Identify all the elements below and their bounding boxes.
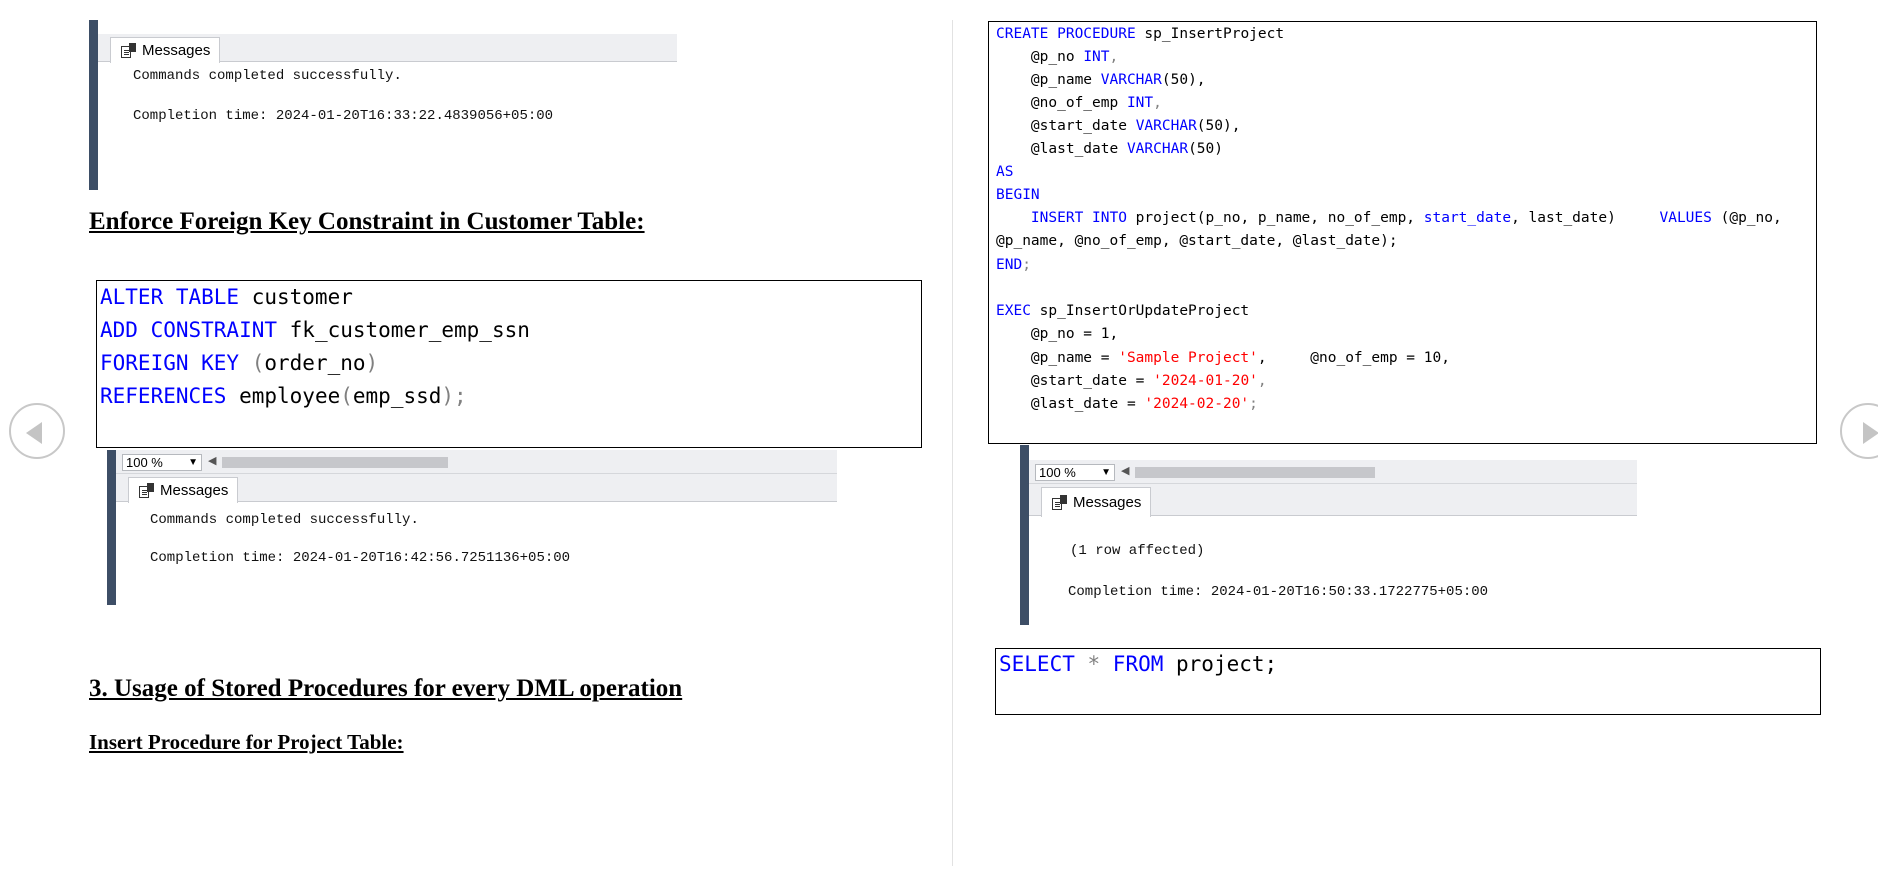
code-line: @start_date = '2024-01-20',	[996, 373, 1267, 389]
scroll-left-icon[interactable]: ◀	[1121, 464, 1129, 477]
code-line: ALTER TABLE customer	[100, 285, 353, 309]
messages-icon	[120, 42, 137, 59]
code-line: @last_date = '2024-02-20';	[996, 396, 1258, 412]
zoom-select[interactable]: 100 % ▼	[122, 454, 202, 471]
messages-tab[interactable]: Messages	[110, 37, 221, 63]
code-line: INSERT INTO project(p_no, p_name, no_of_…	[996, 210, 1782, 226]
code-line: @p_name = 'Sample Project', @no_of_emp =…	[996, 350, 1450, 366]
messages-icon	[138, 482, 155, 499]
results-tabbar: Messages	[98, 34, 677, 63]
code-line: CREATE PROCEDURE sp_InsertProject	[996, 26, 1285, 42]
previous-page-button[interactable]	[9, 403, 65, 459]
results-toolbar: 100 % ▼ ◀	[116, 450, 837, 474]
dropdown-arrow-icon: ▼	[188, 457, 198, 468]
code-line: @p_name VARCHAR(50),	[996, 72, 1206, 88]
ssms-edge	[1020, 445, 1029, 625]
code-line: @start_date VARCHAR(50),	[996, 118, 1241, 134]
results-tabbar: Messages	[116, 474, 837, 503]
code-line: REFERENCES employee(emp_ssd);	[100, 384, 467, 408]
code-line: FOREIGN KEY (order_no)	[100, 351, 379, 375]
code-line: @p_no INT,	[996, 49, 1119, 65]
right-page: CREATE PROCEDURE sp_InsertProject @p_no …	[953, 0, 1878, 877]
code-line: AS	[996, 164, 1014, 180]
code-line: END;	[996, 257, 1031, 273]
messages-tab[interactable]: Messages	[1041, 487, 1152, 517]
heading-foreign-key: Enforce Foreign Key Constraint in Custom…	[89, 208, 645, 235]
code-line: ADD CONSTRAINT fk_customer_emp_ssn	[100, 318, 530, 342]
results-tabbar: Messages	[1029, 484, 1637, 517]
scroll-left-icon[interactable]: ◀	[208, 454, 216, 467]
code-line: BEGIN	[996, 187, 1040, 203]
fk-result-screenshot: 100 % ▼ ◀ Messages Commands completed suc…	[107, 450, 837, 605]
code-line: SELECT * FROM project;	[999, 652, 1278, 676]
results-toolbar: 100 % ▼ ◀	[1029, 460, 1637, 484]
code-line: EXEC sp_InsertOrUpdateProject	[996, 303, 1250, 319]
zoom-select[interactable]: 100 % ▼	[1035, 464, 1115, 481]
chevron-right-icon	[1863, 422, 1878, 444]
dropdown-arrow-icon: ▼	[1101, 467, 1111, 478]
ssms-edge	[107, 450, 116, 605]
insert-result-screenshot: 100 % ▼ ◀ Messages (1 row affected) Compl…	[1020, 445, 1637, 625]
messages-tab-label: Messages	[1073, 493, 1142, 511]
result-message: (1 row affected)	[1070, 543, 1205, 559]
completion-time: Completion time: 2024-01-20T16:33:22.483…	[133, 108, 554, 124]
alter-table-code: ALTER TABLE customer ADD CONSTRAINT fk_c…	[96, 280, 922, 448]
messages-tab[interactable]: Messages	[128, 477, 239, 503]
code-line: @last_date VARCHAR(50)	[996, 141, 1223, 157]
ssms-edge	[89, 20, 98, 190]
messages-icon	[1051, 494, 1068, 511]
heading-stored-procedures: 3. Usage of Stored Procedures for every …	[89, 675, 683, 702]
result-message: Commands completed successfully.	[150, 512, 419, 528]
code-line: @no_of_emp INT,	[996, 95, 1162, 111]
messages-tab-label: Messages	[142, 41, 211, 59]
messages-tab-label: Messages	[160, 481, 229, 499]
chevron-left-icon	[26, 422, 42, 444]
result-message: Commands completed successfully.	[133, 68, 402, 84]
heading-insert-procedure: Insert Procedure for Project Table:	[89, 730, 404, 754]
horizontal-scrollbar-thumb[interactable]	[222, 457, 448, 468]
completion-time: Completion time: 2024-01-20T16:42:56.725…	[150, 550, 571, 566]
code-line: @p_no = 1,	[996, 326, 1119, 342]
code-line: @p_name, @no_of_emp, @start_date, @last_…	[996, 233, 1398, 249]
create-procedure-code: CREATE PROCEDURE sp_InsertProject @p_no …	[988, 21, 1817, 444]
select-query-code: SELECT * FROM project;	[995, 648, 1821, 715]
completion-time: Completion time: 2024-01-20T16:50:33.172…	[1068, 584, 1489, 600]
left-page: Messages Commands completed successfully…	[0, 0, 952, 877]
zoom-value: 100 %	[1039, 465, 1076, 480]
zoom-value: 100 %	[126, 455, 163, 470]
top-result-screenshot: Messages Commands completed successfully…	[89, 20, 677, 190]
horizontal-scrollbar-thumb[interactable]	[1135, 467, 1375, 478]
